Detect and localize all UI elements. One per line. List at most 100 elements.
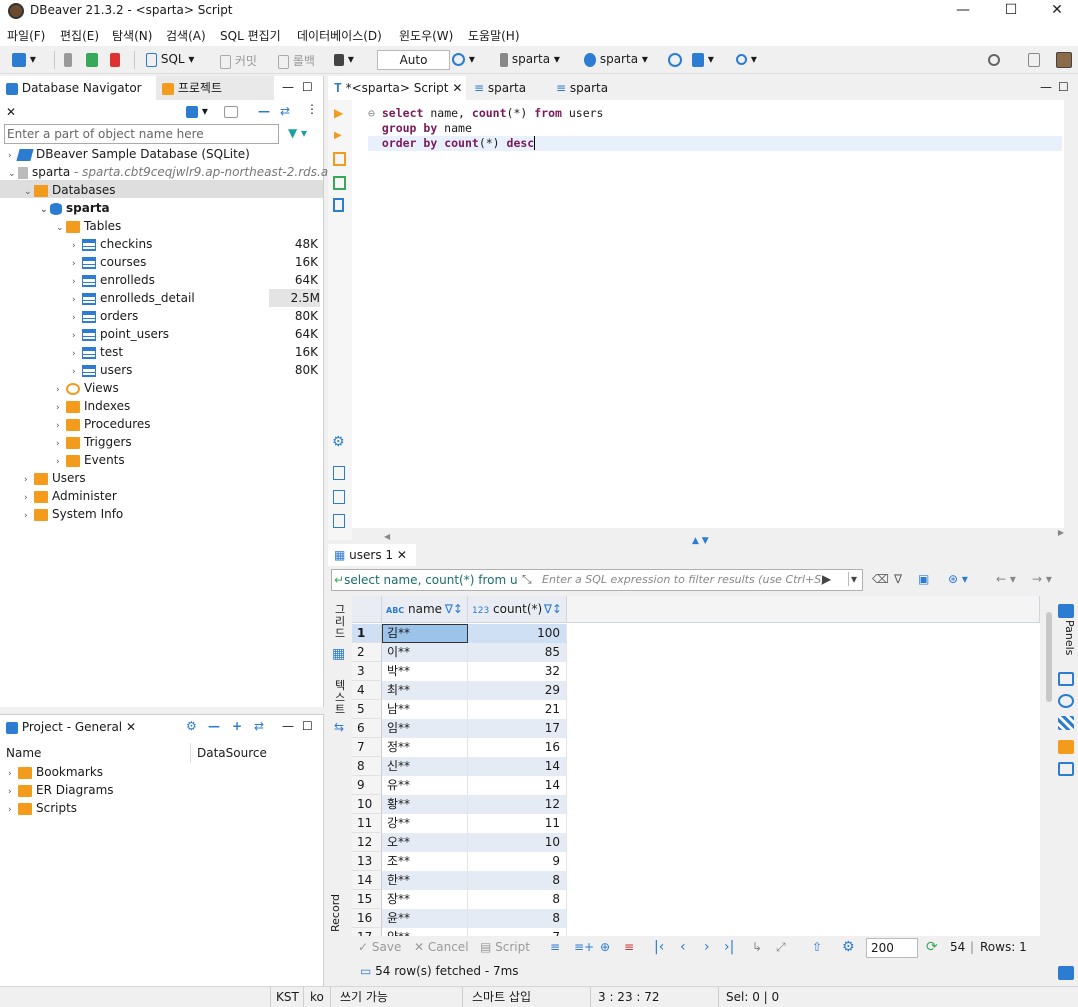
transaction-mode-icon[interactable]: ▾ xyxy=(334,52,354,68)
table-item[interactable]: › users 80K xyxy=(0,361,324,379)
cell-name[interactable]: 유** xyxy=(382,776,468,795)
row-number[interactable]: 4 xyxy=(352,681,382,700)
erase-filter-icon[interactable]: ⌫ xyxy=(872,572,889,586)
cell-name[interactable]: 김** xyxy=(382,624,468,643)
maximize-panel-icon[interactable]: ☐ xyxy=(302,80,313,94)
table-item[interactable]: › courses 16K xyxy=(0,253,324,271)
menu-search[interactable]: 검색(A) xyxy=(166,27,206,44)
delete-row-icon[interactable]: ≡ xyxy=(624,940,634,954)
tab-database-navigator[interactable]: Database Navigator ✕ xyxy=(0,76,154,119)
tab-results-users[interactable]: ▦ users 1 ✕ xyxy=(328,544,416,566)
fetch-size-input[interactable]: 200 xyxy=(866,938,918,958)
cell-count[interactable]: 14 xyxy=(468,757,567,776)
refresh-icon[interactable]: ⟳ xyxy=(926,939,938,955)
sql-editor[interactable] xyxy=(328,100,1064,528)
cell-name[interactable]: 윤** xyxy=(382,909,468,928)
menu-navigate[interactable]: 탐색(N) xyxy=(112,27,152,44)
previous-page-icon[interactable]: ‹ xyxy=(680,939,686,955)
collapse-icon[interactable]: — xyxy=(208,719,220,733)
editor-horizontal-scrollbar[interactable]: ◀ ▶ xyxy=(384,528,1064,541)
menu-window[interactable]: 윈도우(W) xyxy=(399,27,453,44)
tree-indexes[interactable]: › Indexes xyxy=(56,397,151,415)
vtab-record[interactable]: Record xyxy=(329,876,349,932)
table-row[interactable]: 7 정** 16 xyxy=(352,738,1040,757)
filter-history-icon[interactable]: ▶ xyxy=(822,572,831,586)
forward-icon[interactable]: → ▾ xyxy=(1032,572,1052,586)
rollback-button[interactable]: 롤백 xyxy=(278,52,315,69)
table-row[interactable]: 17양**7 xyxy=(352,928,1040,936)
tree-system-info[interactable]: › System Info xyxy=(24,505,123,523)
cell-name[interactable]: 한** xyxy=(382,871,468,890)
tab-sparta-2[interactable]: ≡ sparta xyxy=(550,76,630,100)
dbeaver-perspective-icon[interactable] xyxy=(1056,52,1072,68)
menu-database[interactable]: 데이터베이스(D) xyxy=(297,27,382,44)
execute-icon[interactable]: ▶ xyxy=(334,106,343,120)
tree-scripts[interactable]: › Scripts xyxy=(8,799,114,817)
filter-settings-icon[interactable]: ∇ xyxy=(894,572,902,586)
cell-count[interactable]: 8 xyxy=(468,909,567,928)
row-number[interactable]: 14 xyxy=(352,871,382,890)
table-row[interactable]: 13 조** 9 xyxy=(352,852,1040,871)
fetch-all-icon[interactable]: ⤢ xyxy=(776,940,786,955)
table-row[interactable]: 10 황** 12 xyxy=(352,795,1040,814)
tree-administer[interactable]: › Administer xyxy=(24,487,123,505)
menu-edit[interactable]: 편집(E) xyxy=(60,27,99,44)
save-filter-icon[interactable]: ▣ xyxy=(918,572,929,586)
column-header-name[interactable]: ABC name ∇↕ xyxy=(382,596,468,623)
row-number[interactable]: 2 xyxy=(352,643,382,662)
new-connection-icon[interactable]: ▾ xyxy=(12,52,36,68)
find-icon[interactable]: ▾ xyxy=(736,52,757,68)
row-number[interactable]: 13 xyxy=(352,852,382,871)
last-page-icon[interactable]: ›| xyxy=(724,939,734,955)
code-area[interactable]: ⊖ select name, count(*) from users group… xyxy=(368,106,1062,151)
table-row[interactable]: 5 남** 21 xyxy=(352,700,1040,719)
link-icon[interactable]: ⇄ xyxy=(254,719,264,733)
cell-count[interactable]: 7 xyxy=(468,928,567,936)
vtab-grid[interactable]: 그리드 xyxy=(332,604,348,640)
close-icon[interactable]: ✕ xyxy=(452,81,462,95)
table-item[interactable]: › point_users 64K xyxy=(0,325,324,343)
minimize-editor-icon[interactable]: — xyxy=(1040,80,1052,94)
tree-conn-sparta[interactable]: ⌄ sparta - sparta.cbt9ceqjwlr9.ap-northea… xyxy=(8,163,347,181)
cell-count[interactable]: 32 xyxy=(468,662,567,681)
maximize-button[interactable]: ☐ xyxy=(988,0,1034,22)
metadata-icon[interactable] xyxy=(1058,672,1074,686)
search-icon[interactable] xyxy=(988,52,1000,68)
references-icon[interactable] xyxy=(1058,762,1074,776)
column-name[interactable]: Name xyxy=(6,743,190,763)
link-editor-icon[interactable]: ⇄ xyxy=(280,104,290,118)
variables-icon[interactable] xyxy=(333,514,345,528)
fetch-next-icon[interactable]: ↳ xyxy=(752,940,762,954)
value-viewer-icon[interactable] xyxy=(1058,694,1074,708)
row-number[interactable]: 16 xyxy=(352,909,382,928)
settings-icon[interactable]: ⚙ xyxy=(332,434,345,450)
cell-count[interactable]: 8 xyxy=(468,890,567,909)
cell-name[interactable]: 오** xyxy=(382,833,468,852)
cell-count[interactable]: 21 xyxy=(468,700,567,719)
maximize-panel-icon[interactable]: ☐ xyxy=(302,719,313,733)
table-row[interactable]: 15 장** 8 xyxy=(352,890,1040,909)
row-number[interactable]: 6 xyxy=(352,719,382,738)
row-number[interactable]: 8 xyxy=(352,757,382,776)
edit-row-icon[interactable]: ≡ xyxy=(550,940,560,954)
cell-name[interactable]: 이** xyxy=(382,643,468,662)
minimize-panel-icon[interactable]: — xyxy=(282,80,294,94)
text-view-icon[interactable]: ⇆ xyxy=(334,720,344,734)
export-icon[interactable] xyxy=(333,466,345,480)
row-number[interactable]: 9 xyxy=(352,776,382,795)
cell-count[interactable]: 12 xyxy=(468,795,567,814)
maximize-editor-icon[interactable]: ☐ xyxy=(1058,80,1069,94)
column-datasource[interactable]: DataSource xyxy=(190,743,320,763)
export-results-icon[interactable]: ⇧ xyxy=(812,940,822,954)
commit-button[interactable]: 커밋 xyxy=(220,52,257,69)
result-settings-icon[interactable]: ⚙ xyxy=(842,939,855,955)
tasks-icon[interactable]: ▾ xyxy=(692,52,714,68)
tab-sparta-script[interactable]: 𝐓 *<sparta> Script ✕ xyxy=(328,76,466,100)
cell-name[interactable]: 정** xyxy=(382,738,468,757)
panels-label[interactable]: Panels xyxy=(1058,620,1076,660)
filter-expand-icon[interactable]: ⤡ xyxy=(522,572,532,587)
cell-count[interactable]: 29 xyxy=(468,681,567,700)
row-number[interactable]: 11 xyxy=(352,814,382,833)
grouping-icon[interactable] xyxy=(1058,716,1074,730)
tree-tables[interactable]: ⌄ Tables xyxy=(56,217,121,235)
